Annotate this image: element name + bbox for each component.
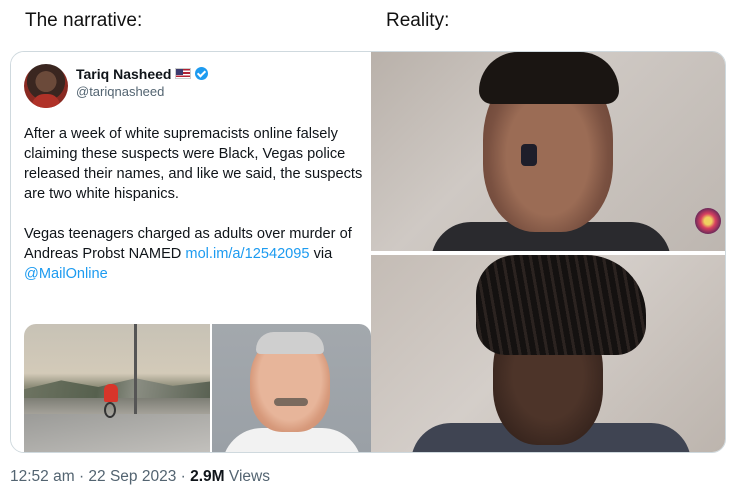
tweet-meta: 12:52 am · 22 Sep 2023 · 2.9M Views — [10, 468, 270, 486]
author-name[interactable]: Tariq Nasheed — [76, 66, 171, 82]
author-handle[interactable]: @tariqnasheed — [76, 84, 164, 99]
tweet-paragraph-1: After a week of white supremacists onlin… — [24, 126, 363, 202]
media-image-portrait[interactable] — [212, 324, 371, 452]
meta-separator: · — [74, 468, 89, 485]
media-cyclist — [104, 384, 118, 402]
media-bike-wheel — [104, 402, 116, 418]
views-label: Views — [224, 468, 270, 485]
reality-photo-bottom — [371, 255, 725, 452]
photo-top-face-tattoo — [521, 144, 537, 166]
reality-label: Reality: — [386, 10, 450, 31]
tweet-time[interactable]: 12:52 am — [10, 468, 75, 485]
verified-badge-icon — [195, 67, 208, 80]
media-pole — [134, 324, 137, 414]
views-count[interactable]: 2.9M — [190, 468, 224, 485]
tweet-body: After a week of white supremacists onlin… — [24, 124, 364, 304]
photo-top-hair — [479, 52, 619, 104]
meta-separator: · — [176, 468, 191, 485]
article-link[interactable]: mol.im/a/12542095 — [185, 246, 309, 262]
portrait-mustache — [274, 398, 308, 406]
reality-photo-top — [371, 52, 725, 251]
media-road — [24, 414, 210, 452]
media-image-cyclist[interactable] — [24, 324, 210, 452]
author-avatar[interactable] — [24, 64, 68, 108]
portrait-hair — [256, 332, 324, 354]
photo-top-lens-glare — [695, 208, 721, 234]
tweet-paragraph-2: Vegas teenagers charged as adults over m… — [24, 224, 364, 284]
composite-card: Tariq Nasheed @tariqnasheed After a week… — [10, 51, 726, 453]
tweet-card[interactable]: Tariq Nasheed @tariqnasheed After a week… — [11, 52, 371, 452]
narrative-label: The narrative: — [25, 10, 143, 31]
us-flag-icon — [175, 68, 191, 79]
mailonline-mention[interactable]: @MailOnline — [24, 266, 108, 282]
via-text: via — [309, 246, 333, 262]
tweet-date[interactable]: 22 Sep 2023 — [88, 468, 176, 485]
photo-bottom-hair — [476, 255, 646, 355]
